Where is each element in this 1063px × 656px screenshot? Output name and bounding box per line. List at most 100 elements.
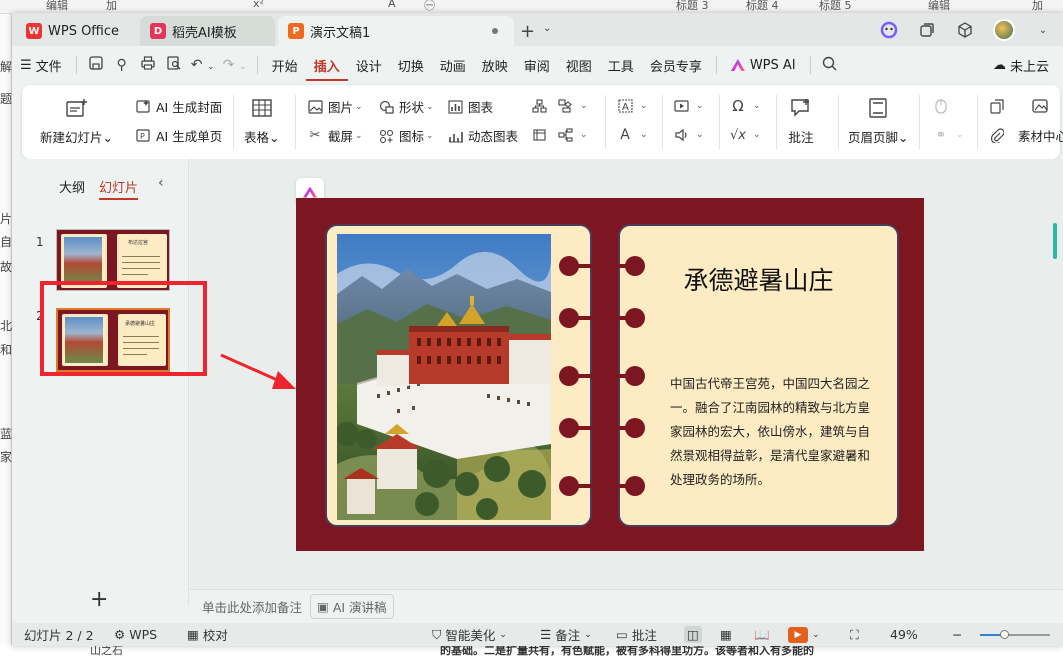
bg-label: 加: [106, 0, 117, 12]
action-button[interactable]: [932, 97, 954, 115]
title-bar: W WPS Office D 稻壳AI模板 P 演示文稿1 + ⌄ ⌄: [12, 13, 1063, 46]
ai-page-label: AI 生成单页: [156, 129, 223, 144]
search-icon[interactable]: [817, 56, 843, 75]
print-icon[interactable]: [135, 56, 161, 74]
wordart-button[interactable]: A ⌄: [616, 126, 647, 144]
zoom-slider-handle[interactable]: [1000, 630, 1009, 639]
tab-wps-office[interactable]: W WPS Office: [16, 16, 136, 46]
chevron-down-icon[interactable]: ⌄: [1033, 20, 1053, 40]
avatar[interactable]: [993, 19, 1015, 41]
add-slide-button[interactable]: +: [90, 587, 108, 612]
material-center-button[interactable]: 素材中心: [1018, 126, 1063, 145]
save-icon[interactable]: [83, 56, 109, 74]
menu-tools[interactable]: 工具: [600, 56, 642, 75]
menu-design[interactable]: 设计: [348, 56, 390, 75]
copilot-icon[interactable]: [879, 20, 899, 40]
new-slide-label: 新建幻灯片: [40, 130, 103, 145]
slide-title[interactable]: 承德避暑山庄: [620, 261, 897, 297]
brush-icon[interactable]: ⚲: [109, 57, 135, 73]
scrollbar[interactable]: [1053, 223, 1057, 259]
svg-text:A: A: [622, 102, 629, 113]
print-preview-icon[interactable]: [161, 56, 187, 74]
proofread-button[interactable]: ▦ 校对: [187, 625, 228, 644]
menu-insert[interactable]: 插入: [305, 56, 348, 81]
symbol-button[interactable]: Ω ⌄: [729, 97, 760, 115]
collapse-panel-icon[interactable]: ‹: [158, 175, 164, 191]
notes-placeholder[interactable]: 单击此处添加备注: [202, 597, 302, 616]
header-footer-button[interactable]: 页眉页脚⌄: [848, 95, 909, 146]
binder-ring: [559, 308, 645, 328]
ai-page-button[interactable]: P AI 生成单页: [134, 126, 222, 145]
textbox-button[interactable]: A ⌄: [616, 97, 648, 115]
fit-window-button[interactable]: ⛶: [850, 627, 859, 643]
wps-ai-button[interactable]: WPS AI: [723, 58, 804, 73]
menu-home[interactable]: 开始: [264, 56, 306, 75]
normal-view-button[interactable]: ◫: [684, 626, 702, 643]
menu-member[interactable]: 会员专享: [642, 56, 710, 75]
chevron-down-icon[interactable]: ⌄: [543, 23, 551, 34]
audio-button[interactable]: ⌄: [672, 126, 704, 144]
menu-review[interactable]: 审阅: [516, 56, 558, 75]
hyperlink-button[interactable]: ⚭ ⌄: [932, 126, 964, 144]
copy-format-button[interactable]: [988, 97, 1010, 115]
notes-bar[interactable]: 单击此处添加备注 ▣ AI 演讲稿: [190, 589, 1063, 623]
smartart-button[interactable]: [530, 97, 552, 115]
smart-beautify-button[interactable]: ⛉ 智能美化 ⌄: [432, 625, 507, 644]
ai-speech-button[interactable]: ▣ AI 演讲稿: [310, 594, 394, 619]
chart-button[interactable]: 图表: [446, 97, 493, 116]
chevron-down-icon: ⌄: [696, 130, 704, 140]
tab-presentation[interactable]: P 演示文稿1: [278, 16, 514, 46]
tab-slides[interactable]: 幻灯片: [99, 177, 139, 200]
icon-button[interactable]: 图标 ⌄: [377, 126, 434, 145]
menu-view[interactable]: 视图: [558, 56, 600, 75]
attachment-button[interactable]: [988, 126, 1010, 144]
binder-ring: [559, 366, 645, 386]
reading-view-button[interactable]: 📖: [754, 627, 770, 643]
comments-toggle-button[interactable]: ▭ 批注: [616, 625, 657, 644]
mindmap-button[interactable]: ⌄: [556, 126, 588, 144]
wps-status-button[interactable]: ⚙ WPS: [114, 627, 157, 642]
tab-daoke-ai[interactable]: D 稻壳AI模板: [140, 16, 275, 46]
zoom-level[interactable]: 49%: [890, 627, 918, 642]
zoom-slider[interactable]: [980, 630, 1050, 639]
grid-view-button[interactable]: ▦: [720, 627, 732, 642]
picture-button[interactable]: 图片 ⌄: [306, 97, 363, 116]
flowchart-button[interactable]: ⌄: [556, 97, 588, 115]
menu-slideshow[interactable]: 放映: [474, 56, 516, 75]
slide[interactable]: 承德避暑山庄 中国古代帝王宫苑，中国四大名园之一。融合了江南园林的精致与北方皇家…: [296, 198, 924, 551]
picture-icon: [306, 98, 324, 116]
tab-outline[interactable]: 大纲: [59, 177, 85, 200]
header-footer-label: 页眉页脚: [848, 130, 899, 145]
redo-icon[interactable]: ↷ ⌄: [219, 57, 251, 73]
shape-button[interactable]: 形状 ⌄: [377, 97, 434, 116]
menu-animation[interactable]: 动画: [432, 56, 474, 75]
material-button[interactable]: [1032, 97, 1054, 115]
video-button[interactable]: ⌄: [672, 97, 704, 115]
object-button[interactable]: [530, 126, 552, 144]
smartart-icon: [530, 97, 548, 115]
chevron-down-icon: ⌄: [580, 130, 588, 140]
table-button[interactable]: 表格⌄: [244, 95, 280, 146]
ai-cover-button[interactable]: AI 生成封面: [134, 97, 222, 116]
slide-body-text[interactable]: 中国古代帝王宫苑，中国四大名园之一。融合了江南园林的精致与北方皇家园林的宏大，依…: [670, 372, 878, 492]
screenshot-button[interactable]: ✂ 截屏 ⌄: [306, 126, 363, 145]
notes-toggle-button[interactable]: ☰ 备注 ⌄: [540, 625, 592, 644]
comment-button[interactable]: 批注: [788, 95, 814, 146]
wps-ai-logo-icon: [303, 186, 317, 198]
cube-icon[interactable]: [955, 20, 975, 40]
menu-toggle[interactable]: ☰: [12, 58, 34, 73]
undo-icon[interactable]: ↶ ⌄: [187, 57, 219, 73]
new-slide-button[interactable]: 新建幻灯片⌄: [40, 95, 113, 146]
zoom-out-button[interactable]: −: [952, 627, 962, 642]
menu-file[interactable]: 文件: [34, 56, 70, 75]
chevron-down-icon: ⌄: [753, 130, 761, 140]
chengde-temple-photo[interactable]: [337, 234, 551, 520]
menu-transition[interactable]: 切换: [390, 56, 432, 75]
equation-button[interactable]: √x ⌄: [729, 126, 761, 144]
window-restore-icon[interactable]: [917, 20, 937, 40]
picture-label: 图片: [328, 100, 354, 115]
play-slideshow-button[interactable]: ▶ ⌄: [788, 626, 820, 643]
new-tab-button[interactable]: +: [520, 21, 535, 42]
cloud-sync-button[interactable]: ☁ 未上云: [993, 56, 1049, 75]
dynamic-chart-button[interactable]: 动态图表: [446, 126, 518, 145]
